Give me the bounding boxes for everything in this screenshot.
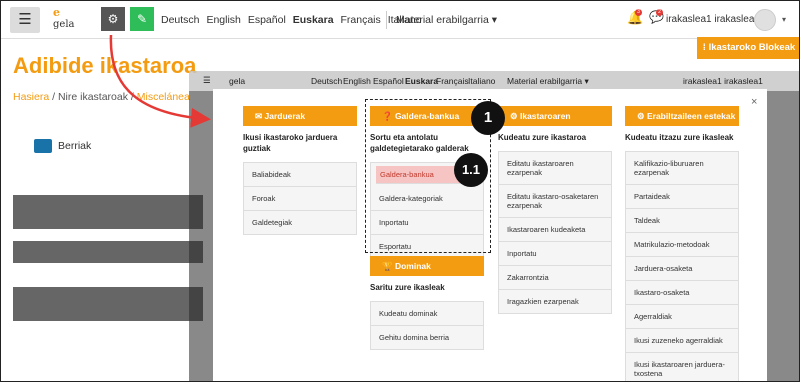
- annotation-arrow: [109, 34, 211, 128]
- screenshot-frame: ☰ e gela ⚙ ✎ Deutsch English Español Eusk…: [0, 0, 800, 382]
